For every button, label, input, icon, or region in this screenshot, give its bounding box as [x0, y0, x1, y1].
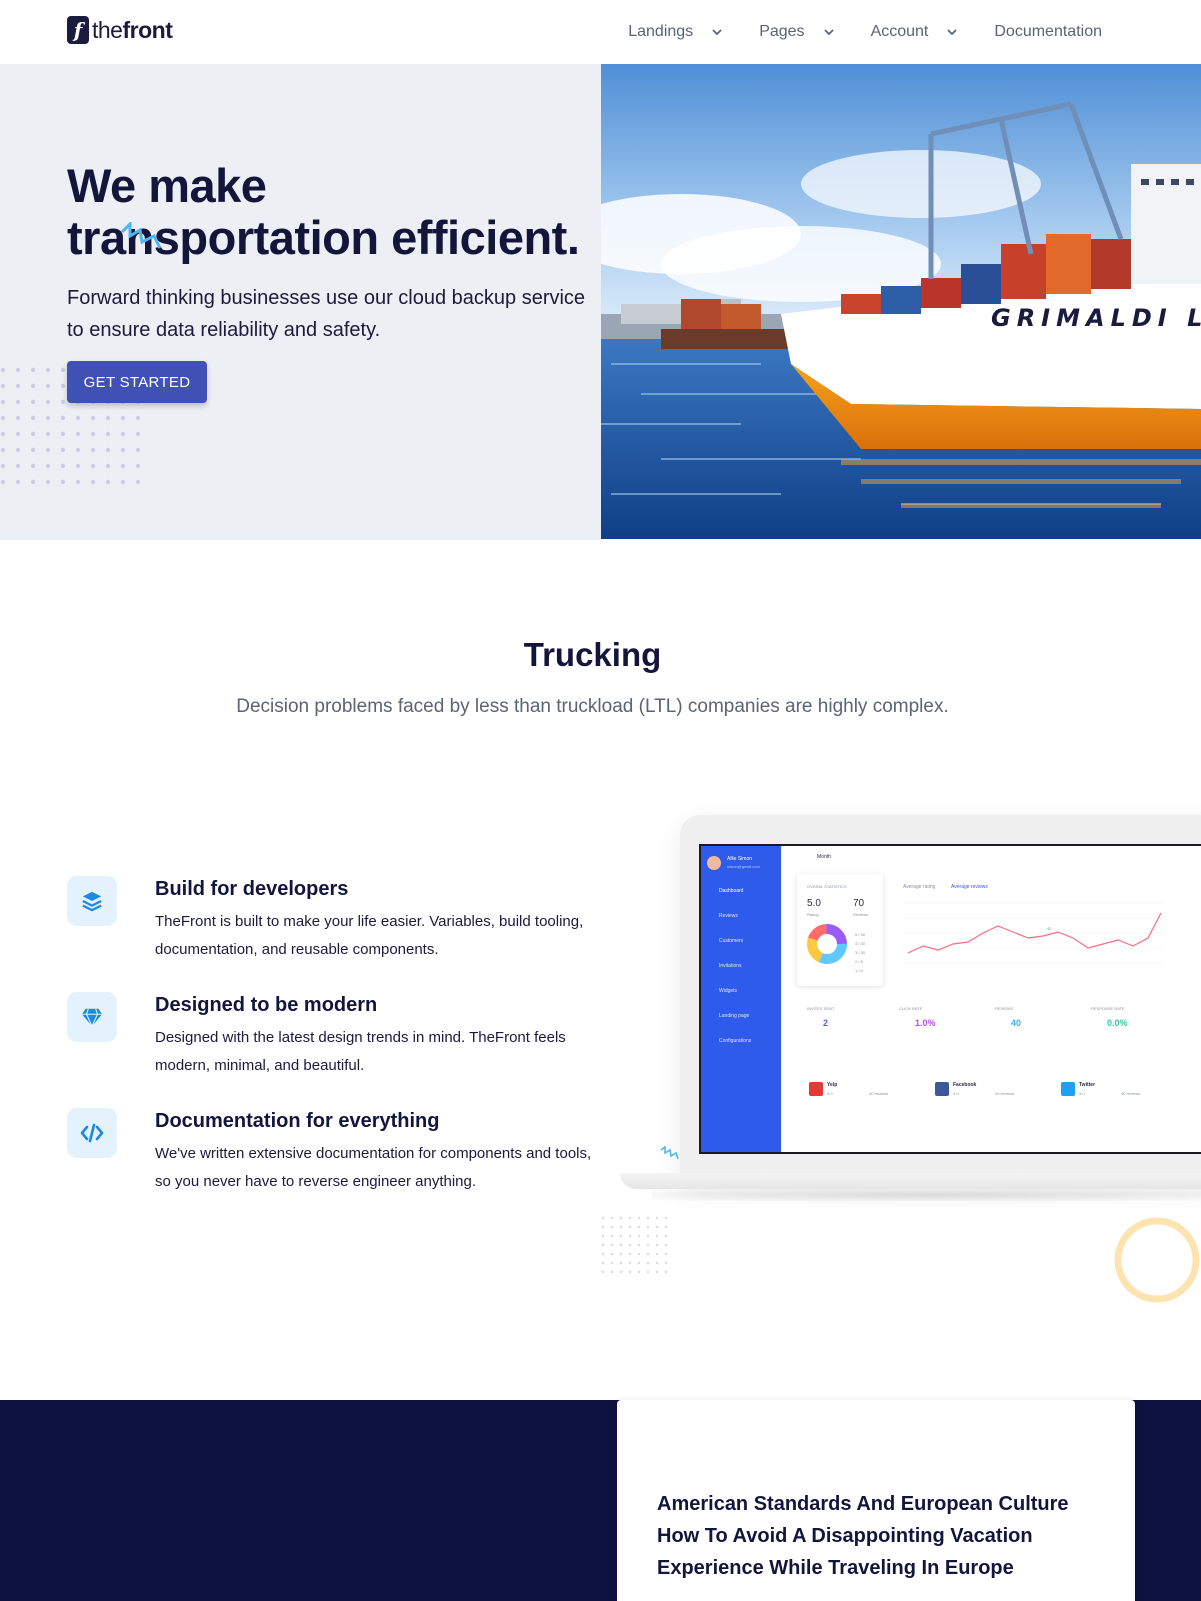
twitter-icon	[1061, 1082, 1075, 1096]
ring-decoration	[1114, 1217, 1200, 1303]
rating-donut-chart	[807, 924, 847, 964]
diamond-icon	[67, 992, 117, 1042]
feature-title: Build for developers	[155, 878, 349, 900]
dashboard-sidebar: Allie Simon simon@gmail.com Dashboard Re…	[701, 846, 781, 1152]
get-started-button[interactable]: GET STARTED	[67, 361, 207, 403]
dashboard-screenshot: Allie Simon simon@gmail.com Dashboard Re…	[701, 846, 1201, 1152]
stat-value: 0.0%	[1107, 1018, 1128, 1028]
dashboard-menu-item: Reviews	[719, 913, 738, 919]
dashboard-menu-item: Invitations	[719, 963, 742, 969]
squiggle-decoration	[660, 1146, 679, 1160]
avatar	[707, 856, 721, 870]
nav-item-pages[interactable]: Pages	[759, 23, 834, 41]
rating-value: 5.0	[807, 898, 821, 909]
laptop-screen: Allie Simon simon@gmail.com Dashboard Re…	[699, 844, 1201, 1154]
dashboard-stats-card: OVERAL STATISTICS 5.0 Rating 70 Reviews …	[797, 874, 883, 986]
legend-item: 3 / 30	[855, 950, 866, 955]
laptop-shadow	[652, 1189, 1201, 1201]
stat-value: 1.0%	[915, 1018, 936, 1028]
hero-subtitle: Forward thinking businesses use our clou…	[67, 287, 586, 341]
code-icon	[67, 1108, 117, 1158]
stat-label: CLICK RATE	[899, 1006, 923, 1011]
squiggle-decoration	[120, 222, 162, 249]
stat-label: REVIEWS	[995, 1006, 1014, 1011]
nav-item-label: Pages	[759, 23, 805, 40]
stat-value: 40	[1011, 1018, 1022, 1028]
platform-reviews: 40 reviews	[1121, 1091, 1141, 1096]
dashboard-filter: Month	[817, 854, 831, 860]
platform-score: 5.0	[827, 1091, 833, 1096]
section-title: Trucking	[523, 636, 662, 673]
hero-image-cargo-ship: GRIMALDI LI	[601, 64, 1201, 539]
chart-tab-active: Average reviews	[951, 884, 988, 890]
stat-value: 2	[823, 1018, 829, 1028]
platform-score: 4.0	[953, 1091, 959, 1096]
top-navbar: f thefront Landings Pages Account Docume…	[0, 0, 1201, 64]
dashboard-main: Month OVERAL STATISTICS 5.0 Rating 70 Re…	[781, 846, 1201, 1152]
logo-mark-icon: f	[67, 16, 89, 44]
platform-reviews: 40 reviews	[995, 1091, 1015, 1096]
legend-item: 2 / 5	[855, 959, 863, 964]
cargo-ship-illustration: GRIMALDI LI	[601, 64, 1201, 539]
feature-description: Designed with the latest design trends i…	[155, 1029, 566, 1074]
chevron-down-icon	[711, 26, 723, 38]
main-nav: Landings Pages Account Documentation	[592, 0, 1102, 64]
overall-stats-label: OVERAL STATISTICS	[807, 884, 847, 889]
feature-title: Documentation for everything	[155, 1110, 440, 1132]
feature-description: TheFront is built to make your life easi…	[155, 913, 584, 958]
reviews-line-chart	[903, 902, 1163, 964]
platform-name: Facebook	[953, 1082, 977, 1088]
dashboard-user-email: simon@gmail.com	[727, 864, 760, 869]
chart-tab: Average rating	[903, 884, 936, 890]
legend-item: 1 / 5	[855, 968, 863, 973]
blog-card-title[interactable]: American Standards And European Culture …	[657, 1488, 1107, 1584]
legend-item: 5 / 30	[855, 932, 866, 937]
platform-name: Yelp	[827, 1082, 838, 1088]
layers-icon	[67, 876, 117, 926]
nav-item-label: Documentation	[994, 23, 1102, 40]
blog-card[interactable]: American Standards And European Culture …	[617, 1400, 1135, 1601]
nav-item-landings[interactable]: Landings	[628, 23, 723, 41]
legend-item: 4 / 30	[855, 941, 866, 946]
ship-hull-lettering: GRIMALDI LI	[991, 304, 1201, 332]
chevron-down-icon	[823, 26, 835, 38]
section-subtitle: Decision problems faced by less than tru…	[236, 696, 949, 717]
dot-pattern-decoration	[601, 1216, 668, 1274]
nav-item-label: Account	[870, 23, 929, 40]
logo-word-light: the	[92, 16, 123, 43]
facebook-icon	[935, 1082, 949, 1096]
laptop-mockup: Allie Simon simon@gmail.com Dashboard Re…	[612, 815, 1201, 1205]
stat-label: INVITES SENT	[807, 1006, 835, 1011]
rating-label: Rating	[807, 912, 819, 917]
reviews-count: 70	[853, 898, 865, 909]
feature-title: Designed to be modern	[155, 994, 378, 1016]
laptop-base	[620, 1173, 1201, 1189]
platform-score: 3.0	[1079, 1091, 1085, 1096]
dashboard-menu-item: Widgets	[719, 988, 738, 994]
dashboard-menu-item: Configurations	[719, 1038, 752, 1044]
nav-item-account[interactable]: Account	[871, 23, 959, 41]
platform-reviews: 40 reviews	[869, 1091, 889, 1096]
stat-label: RESPONSE RATE	[1091, 1006, 1125, 1011]
reviews-label: Reviews	[853, 912, 869, 917]
logo-word-bold: front	[122, 16, 173, 43]
dashboard-menu-item: Customers	[719, 938, 744, 944]
dashboard-menu-item: Dashboard	[719, 888, 744, 894]
brand-logo[interactable]: f thefront	[67, 16, 173, 44]
feature-description: We've written extensive documentation fo…	[155, 1145, 592, 1190]
nav-item-documentation[interactable]: Documentation	[994, 23, 1102, 41]
yelp-icon	[809, 1082, 823, 1096]
chart-point-label: 40	[1047, 926, 1052, 931]
logo-wordmark: thefront	[92, 16, 173, 44]
dashboard-menu-item: Landing page	[719, 1013, 750, 1019]
platform-name: Twitter	[1079, 1082, 1096, 1088]
nav-item-label: Landings	[628, 23, 694, 40]
chevron-down-icon	[946, 26, 958, 38]
dashboard-user-name: Allie Simon	[727, 856, 753, 862]
